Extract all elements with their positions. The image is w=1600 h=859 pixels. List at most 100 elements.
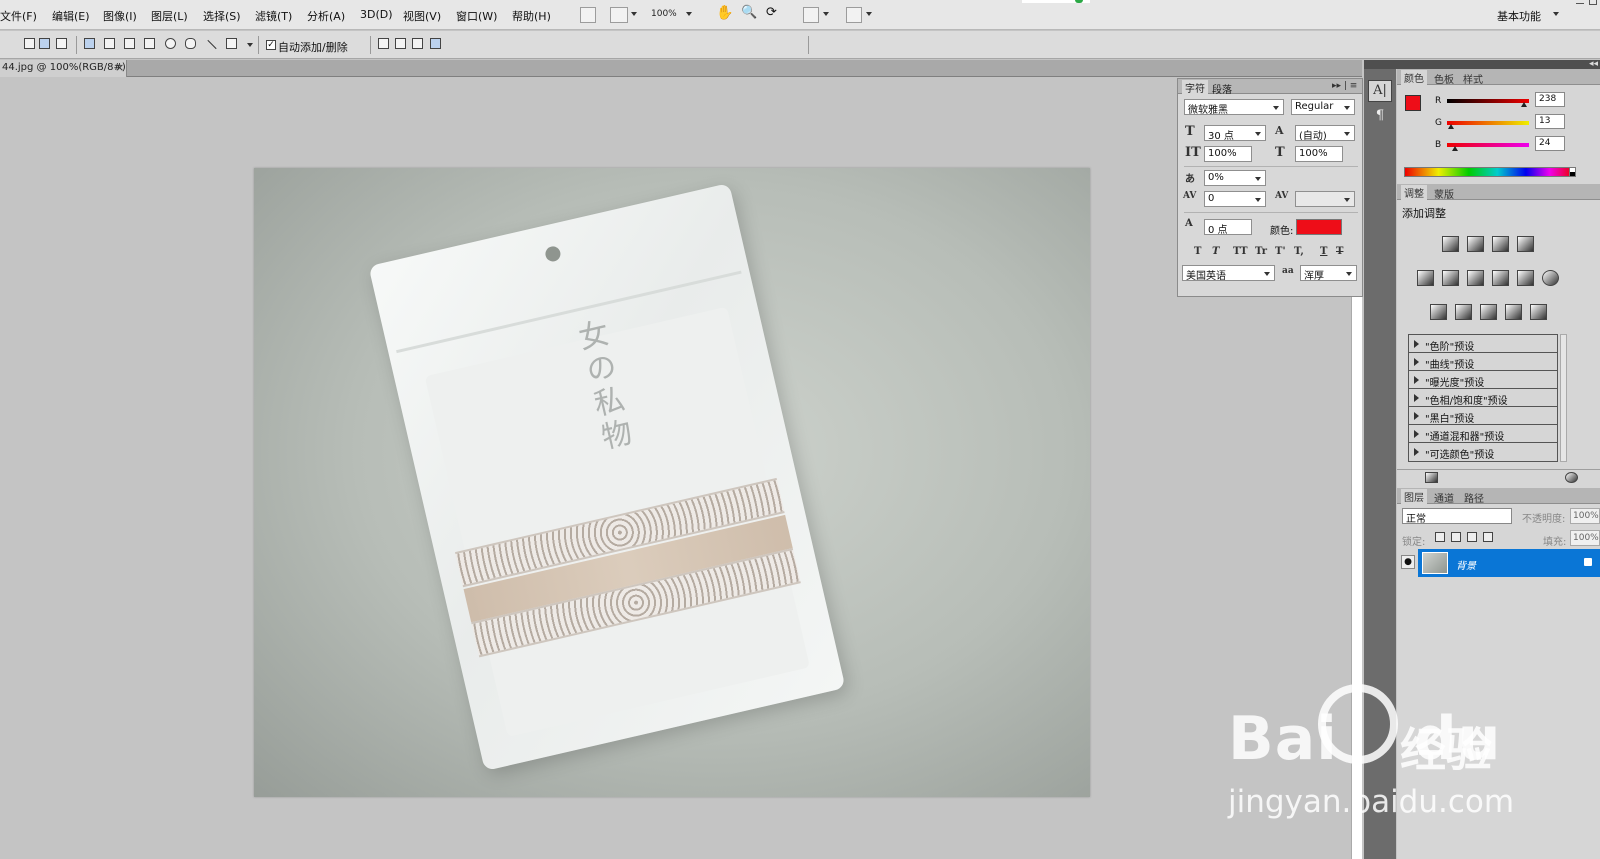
color-balance-icon[interactable] <box>1467 270 1484 286</box>
menu-analysis[interactable]: 分析(A) <box>307 8 345 24</box>
exclude-path-icon[interactable] <box>430 38 441 49</box>
kerning-field[interactable]: 0 <box>1204 191 1266 207</box>
chevron-down-icon[interactable] <box>823 12 829 16</box>
menu-edit[interactable]: 编辑(E) <box>52 8 90 24</box>
line-icon[interactable] <box>207 39 217 50</box>
chevron-down-icon[interactable] <box>686 12 692 16</box>
list-item[interactable]: "曝光度"预设 <box>1409 371 1557 389</box>
strikethrough-button[interactable]: T <box>1336 246 1343 257</box>
view-extras-icon[interactable] <box>610 7 628 23</box>
auto-add-delete-checkbox[interactable]: ✓ <box>266 40 276 50</box>
chevron-down-icon[interactable] <box>866 12 872 16</box>
menu-file[interactable]: 文件(F) <box>0 8 37 24</box>
list-item[interactable]: "色阶"预设 <box>1409 335 1557 353</box>
chevron-down-icon[interactable] <box>1553 12 1559 16</box>
presets-scrollbar[interactable] <box>1560 334 1567 462</box>
pen-tool-icon[interactable] <box>84 38 95 49</box>
rounded-rectangle-icon[interactable] <box>144 38 155 49</box>
font-family-select[interactable]: 微软雅黑 <box>1184 99 1284 115</box>
tracking-field[interactable] <box>1295 191 1355 207</box>
channel-mixer-icon[interactable] <box>1542 270 1559 286</box>
lock-all-icon[interactable] <box>1483 532 1493 542</box>
list-item[interactable]: "黑白"预设 <box>1409 407 1557 425</box>
leading-field[interactable]: (自动) <box>1295 125 1355 141</box>
slider-marker-r[interactable] <box>1520 102 1527 107</box>
red-slider[interactable] <box>1447 99 1529 103</box>
tab-color[interactable]: 颜色 <box>1401 70 1427 85</box>
visibility-eye-icon[interactable]: ● <box>1401 555 1415 569</box>
rotate-view-icon[interactable]: ⟳ <box>766 5 777 20</box>
canvas-workspace[interactable]: 女の私物 <box>0 78 1351 859</box>
menu-layer[interactable]: 图层(L) <box>151 8 188 24</box>
faux-italic-button[interactable]: T <box>1212 246 1219 257</box>
return-to-list-icon[interactable] <box>1425 472 1438 483</box>
menu-image[interactable]: 图像(I) <box>103 8 137 24</box>
chevron-down-icon[interactable] <box>631 12 637 16</box>
freeform-pen-icon[interactable] <box>104 38 115 49</box>
lock-transparency-icon[interactable] <box>1435 532 1445 542</box>
collapse-panels-icon[interactable]: ◂◂ <box>1589 59 1598 69</box>
subtract-path-icon[interactable] <box>395 38 406 49</box>
green-value-field[interactable]: 13 <box>1535 114 1565 129</box>
antialias-select[interactable]: 浑厚 <box>1300 265 1357 281</box>
blend-mode-select[interactable]: 正常 <box>1402 508 1512 525</box>
chevron-down-icon[interactable] <box>247 43 253 47</box>
menu-select[interactable]: 选择(S) <box>203 8 241 24</box>
tab-adjustments[interactable]: 调整 <box>1401 185 1427 200</box>
list-item[interactable]: "曲线"预设 <box>1409 353 1557 371</box>
fill-field[interactable]: 100% <box>1570 530 1600 546</box>
layer-row[interactable]: ● 背景 <box>1397 549 1600 577</box>
subscript-button[interactable]: T, <box>1294 246 1304 257</box>
rectangle-icon[interactable] <box>124 38 135 49</box>
curves-icon[interactable] <box>1492 236 1509 252</box>
hand-tool-icon[interactable]: ✋ <box>716 5 733 21</box>
screen-mode-icon[interactable] <box>846 7 862 23</box>
menu-window[interactable]: 窗口(W) <box>456 8 497 24</box>
language-select[interactable]: 美国英语 <box>1182 265 1275 281</box>
tab-paths[interactable]: 路径 <box>1464 490 1484 505</box>
vertical-scale-field[interactable]: 100% <box>1204 146 1252 162</box>
foreground-color-swatch[interactable] <box>1405 95 1421 111</box>
opacity-field[interactable]: 100% <box>1570 508 1600 524</box>
menu-view[interactable]: 视图(V) <box>403 8 441 24</box>
blue-slider[interactable] <box>1447 143 1529 147</box>
threshold-icon[interactable] <box>1480 304 1497 320</box>
restore-icon[interactable] <box>1589 0 1597 5</box>
layer-selected[interactable]: 背景 <box>1418 549 1600 577</box>
gradient-map-icon[interactable] <box>1505 304 1522 320</box>
baseline-shift-field[interactable]: 0 点 <box>1204 219 1252 235</box>
selective-color-icon[interactable] <box>1530 304 1547 320</box>
list-item[interactable]: "可选颜色"预设 <box>1409 443 1557 461</box>
intersect-path-icon[interactable] <box>412 38 423 49</box>
brightness-contrast-icon[interactable] <box>1442 236 1459 252</box>
document-image[interactable]: 女の私物 <box>254 168 1090 797</box>
black-white-icon[interactable] <box>1492 270 1509 286</box>
paragraph-panel-button[interactable]: ¶ <box>1368 106 1392 128</box>
bridge-icon[interactable] <box>580 7 596 23</box>
lock-pixels-icon[interactable] <box>1451 532 1461 542</box>
green-slider[interactable] <box>1447 121 1529 125</box>
minimize-icon[interactable] <box>1576 3 1584 4</box>
slider-marker-b[interactable] <box>1451 146 1458 151</box>
panel-menu-icon[interactable]: ▸▸ | ≡ <box>1332 81 1357 91</box>
posterize-icon[interactable] <box>1455 304 1472 320</box>
hue-saturation-icon[interactable] <box>1442 270 1459 286</box>
tab-channels[interactable]: 通道 <box>1434 490 1454 505</box>
menu-filter[interactable]: 滤镜(T) <box>255 8 292 24</box>
clip-to-layer-icon[interactable] <box>1565 472 1578 483</box>
menu-help[interactable]: 帮助(H) <box>512 8 551 24</box>
ellipse-icon[interactable] <box>165 38 176 49</box>
tab-swatches[interactable]: 色板 <box>1434 71 1454 86</box>
list-item[interactable]: "色相/饱和度"预设 <box>1409 389 1557 407</box>
polygon-icon[interactable] <box>185 38 196 49</box>
tsume-field[interactable]: 0% <box>1204 170 1266 186</box>
tab-character[interactable]: 字符 <box>1182 80 1208 95</box>
photo-filter-icon[interactable] <box>1517 270 1534 286</box>
add-to-path-icon[interactable] <box>378 38 389 49</box>
shape-layers-icon[interactable] <box>24 38 35 49</box>
character-panel-button[interactable]: A| <box>1368 80 1392 102</box>
paths-icon[interactable] <box>39 38 50 49</box>
slider-marker-g[interactable] <box>1448 124 1455 129</box>
small-caps-button[interactable]: Tr <box>1255 246 1267 257</box>
close-icon[interactable]: × <box>115 61 124 74</box>
